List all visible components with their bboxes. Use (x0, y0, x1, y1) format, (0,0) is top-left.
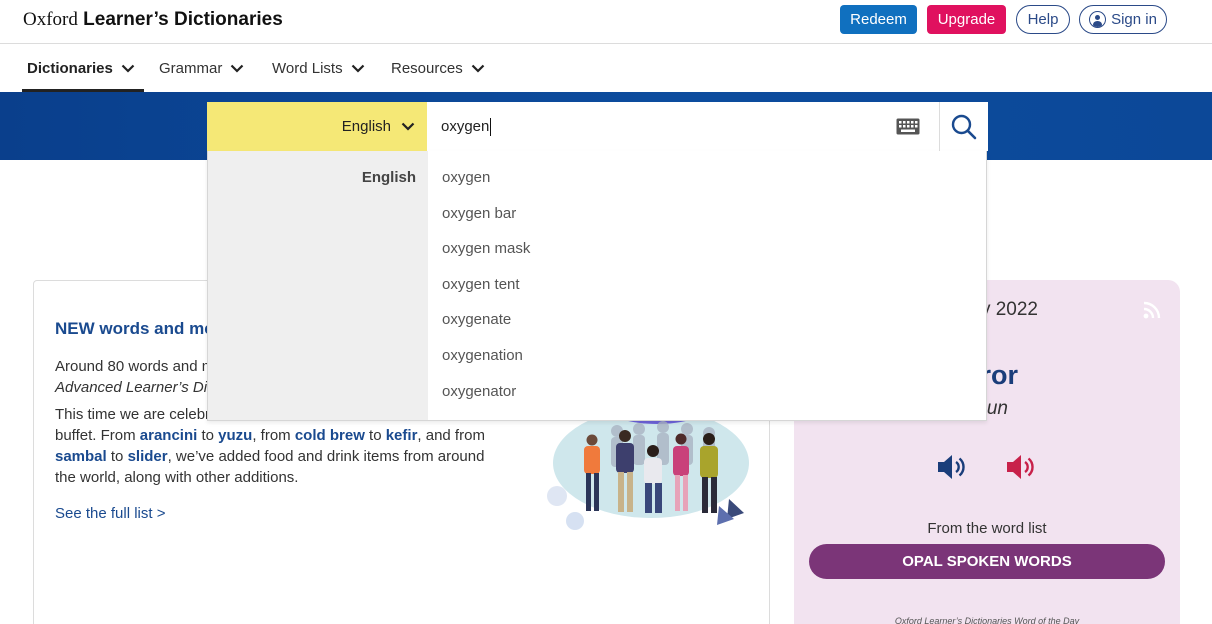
help-button[interactable]: Help (1016, 5, 1070, 34)
page: Oxford Learner’s Dictionaries Redeem Upg… (0, 0, 1212, 624)
suggestion-item[interactable]: oxygenator (442, 383, 530, 419)
speaker-us-icon[interactable] (1003, 450, 1037, 484)
nav-word-lists-label: Word Lists (272, 59, 343, 77)
top-bar: Oxford Learner’s Dictionaries Redeem Upg… (0, 0, 1212, 44)
from-word-list-label: From the word list (927, 520, 1047, 537)
autocomplete-language-label: English (361, 169, 416, 186)
body-text: , from (252, 427, 295, 444)
nav-dictionaries-label: Dictionaries (27, 59, 113, 77)
chevron-down-icon (351, 64, 364, 73)
chevron-down-icon (231, 64, 244, 73)
chevron-down-icon (471, 64, 484, 73)
language-select-value: English (341, 118, 391, 135)
upgrade-button[interactable]: Upgrade (927, 5, 1006, 34)
main-nav: Dictionaries Grammar Word Lists Resource… (0, 44, 1212, 92)
rss-icon[interactable] (1143, 301, 1161, 319)
nav-word-lists[interactable]: Word Lists (272, 44, 365, 92)
language-select[interactable]: English (207, 102, 427, 151)
wotd-footer: Oxford Learner’s Dictionaries Word of th… (894, 616, 1080, 624)
body-text: buffet. From (55, 427, 140, 444)
link-yuzu[interactable]: yuzu (218, 427, 252, 444)
chevron-down-icon (401, 122, 415, 131)
wotd-part-of-speech: un (986, 398, 1008, 419)
nav-dictionaries[interactable]: Dictionaries (22, 44, 144, 92)
site-logo[interactable]: Oxford Learner’s Dictionaries (23, 9, 283, 31)
link-sambal[interactable]: sambal (55, 448, 107, 465)
link-slider[interactable]: slider (128, 448, 168, 465)
opal-spoken-words-button[interactable]: OPAL SPOKEN WORDS (809, 544, 1165, 579)
search-input-value: oxygen (441, 118, 490, 135)
suggestion-list: oxygen oxygen bar oxygen mask oxygen ten… (442, 169, 530, 418)
wotd-date: y 2022 (980, 299, 1038, 320)
search-icon (951, 114, 977, 139)
intro-line-1: Around 80 words and m (55, 358, 215, 375)
link-cold-brew[interactable]: cold brew (295, 427, 365, 444)
nav-resources[interactable]: Resources (391, 44, 485, 92)
sign-in-button[interactable]: Sign in (1079, 5, 1167, 34)
autocomplete-language-column: English (208, 151, 428, 420)
text-caret (490, 117, 492, 136)
suggestion-item[interactable]: oxygenation (442, 347, 530, 383)
sign-in-label: Sign in (1111, 11, 1157, 28)
body-text: to (364, 427, 386, 444)
see-full-list-link[interactable]: See the full list > (55, 505, 165, 522)
suggestion-item[interactable]: oxygen tent (442, 276, 530, 312)
search-button[interactable] (939, 102, 988, 151)
news-card-title[interactable]: NEW words and mea (55, 319, 223, 339)
suggestion-item[interactable]: oxygen (442, 169, 530, 205)
user-icon (1089, 11, 1107, 28)
suggestion-item[interactable]: oxygen mask (442, 240, 530, 276)
body-start: This time we are celebr (55, 406, 211, 423)
search-input[interactable]: oxygen (427, 102, 939, 151)
suggestion-item[interactable]: oxygen bar (442, 205, 530, 241)
speaker-uk-icon[interactable] (934, 450, 968, 484)
nav-grammar[interactable]: Grammar (159, 44, 244, 92)
search-box: English oxygen (207, 102, 988, 151)
chevron-down-icon (121, 64, 135, 73)
keyboard-icon[interactable] (896, 118, 920, 135)
nav-resources-label: Resources (391, 59, 463, 77)
body-text: to (106, 448, 128, 465)
link-arancini[interactable]: arancini (140, 427, 198, 444)
people-illustration (547, 401, 749, 530)
intro-line-2: Advanced Learner’s Dicti (55, 379, 223, 396)
nav-grammar-label: Grammar (159, 59, 223, 77)
body-text: to (197, 427, 219, 444)
logo-learners-dictionaries: Learner’s Dictionaries (83, 9, 283, 30)
logo-oxford: Oxford (23, 9, 78, 30)
suggestion-item[interactable]: oxygenate (442, 311, 530, 347)
redeem-button[interactable]: Redeem (840, 5, 917, 34)
body-text: , and from (417, 427, 485, 444)
autocomplete-dropdown: English oxygen oxygen bar oxygen mask ox… (207, 151, 987, 421)
link-kefir[interactable]: kefir (386, 427, 418, 444)
